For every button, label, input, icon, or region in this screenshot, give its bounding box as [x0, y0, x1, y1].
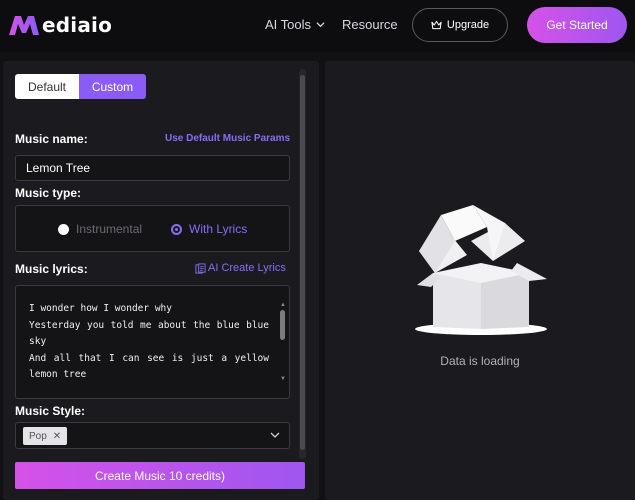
music-form-panel: Default Custom Music name: Use Default M… — [3, 61, 319, 500]
chevron-down-icon — [316, 22, 325, 28]
nav-ai-tools-label: AI Tools — [265, 17, 312, 32]
music-name-input[interactable]: Lemon Tree — [15, 155, 290, 181]
mode-tabs: Default Custom — [15, 74, 146, 99]
music-type-selector: Instrumental With Lyrics — [15, 205, 290, 252]
nav-ai-tools[interactable]: AI Tools — [265, 17, 325, 32]
radio-instrumental[interactable]: Instrumental — [58, 222, 142, 236]
get-started-button[interactable]: Get Started — [527, 7, 627, 43]
lyrics-line: And all that I can see is just a yellow — [29, 352, 269, 364]
use-default-params-link[interactable]: Use Default Music Params — [165, 133, 290, 144]
lyrics-line: Yesterday you told me about the blue blu… — [29, 319, 269, 331]
preview-panel: Data is loading — [325, 61, 635, 500]
music-name-label: Music name: — [15, 132, 88, 146]
tab-custom[interactable]: Custom — [79, 74, 146, 99]
lyrics-line: I wonder how I wonder why — [29, 303, 172, 314]
style-tag-chip: Pop ✕ — [23, 427, 68, 445]
brand-logo[interactable]: ediaio — [8, 12, 112, 38]
lyrics-line: lemon tree — [29, 369, 87, 380]
scroll-up-arrow-icon[interactable]: ▲ — [280, 302, 286, 308]
radio-with-lyrics-label: With Lyrics — [189, 222, 248, 236]
lyrics-scrollbar-thumb[interactable] — [280, 310, 285, 340]
music-style-label: Music Style: — [15, 404, 86, 418]
radio-instrumental-label: Instrumental — [76, 222, 143, 236]
panel-scrollbar-thumb[interactable] — [300, 75, 305, 450]
logo-m-icon — [9, 16, 39, 35]
upgrade-label: Upgrade — [446, 19, 490, 31]
lyrics-content: I wonder how I wonder why Yesterday you … — [29, 301, 269, 384]
crown-icon — [431, 20, 442, 30]
scroll-down-arrow-icon[interactable]: ▼ — [280, 376, 286, 382]
ai-create-lyrics-label: AI Create Lyrics — [208, 262, 286, 274]
radio-with-lyrics[interactable]: With Lyrics — [171, 222, 247, 236]
create-music-button[interactable]: Create Music 10 credits) — [15, 462, 305, 489]
style-tag-label: Pop — [29, 430, 47, 442]
music-type-label: Music type: — [15, 186, 82, 200]
close-icon[interactable]: ✕ — [53, 431, 61, 442]
radio-dot-unselected — [58, 223, 69, 235]
lyrics-line: sky — [29, 336, 47, 347]
radio-dot-selected — [171, 223, 182, 235]
empty-box-icon — [415, 205, 547, 335]
music-lyrics-label: Music lyrics: — [15, 262, 88, 276]
brand-name: ediaio — [42, 13, 113, 37]
nav-resource[interactable]: Resource — [342, 17, 398, 32]
top-header: ediaio AI Tools Resource Upgrade Get Sta… — [0, 0, 635, 52]
tab-default[interactable]: Default — [15, 74, 79, 99]
lyrics-textarea[interactable]: I wonder how I wonder why Yesterday you … — [15, 285, 290, 399]
upgrade-button[interactable]: Upgrade — [412, 8, 508, 42]
ai-document-icon — [195, 262, 206, 274]
chevron-down-icon[interactable] — [270, 432, 280, 439]
ai-create-lyrics-button[interactable]: AI Create Lyrics — [195, 262, 286, 274]
loading-status: Data is loading — [440, 354, 520, 368]
music-style-select[interactable]: Pop ✕ — [15, 422, 290, 449]
